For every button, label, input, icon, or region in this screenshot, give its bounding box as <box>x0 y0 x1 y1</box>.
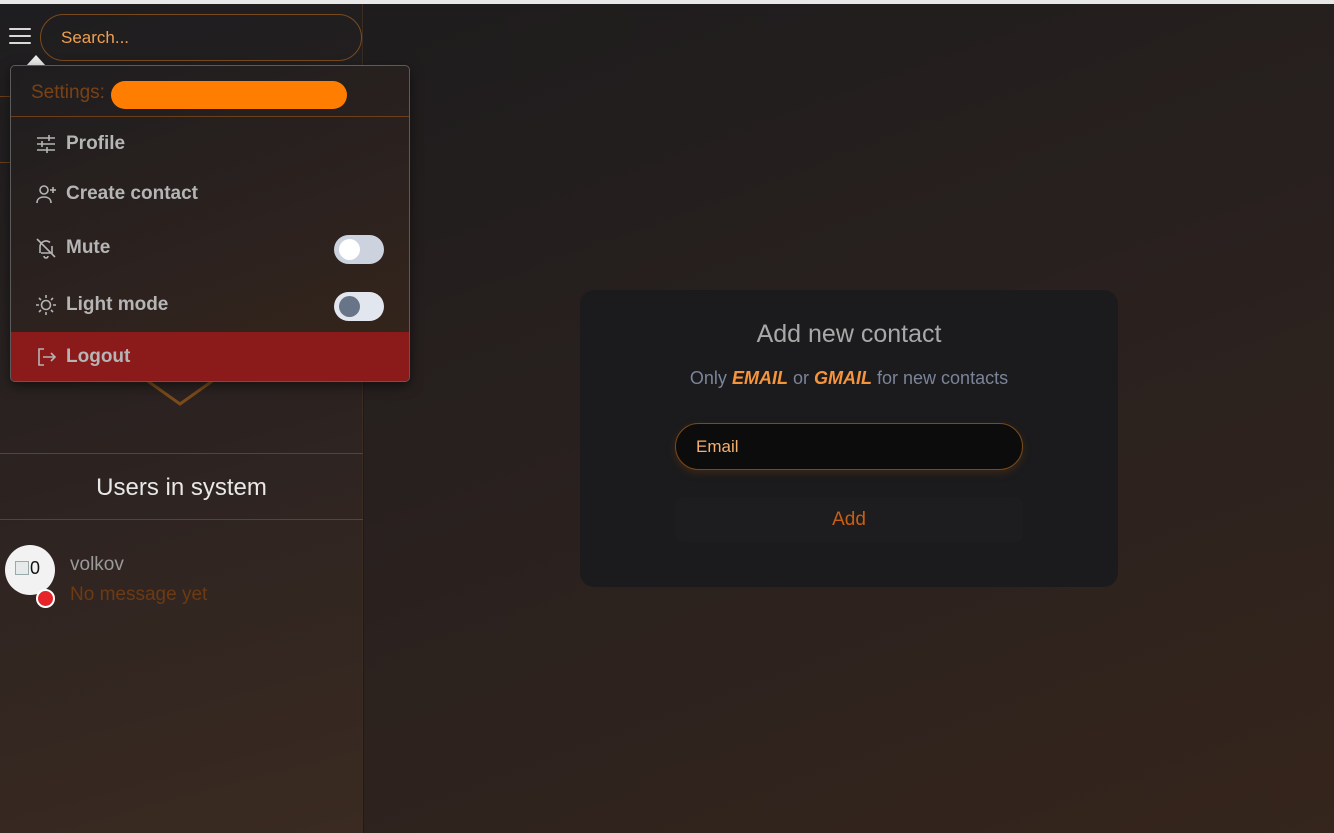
menu-item-create-contact[interactable]: Create contact <box>11 169 409 219</box>
search-input[interactable] <box>40 14 362 61</box>
add-contact-card: Add new contact Only EMAIL or GMAIL for … <box>580 290 1118 587</box>
divider <box>0 453 363 454</box>
email-field[interactable] <box>675 423 1023 470</box>
settings-header: Settings: <box>31 82 105 103</box>
divider <box>0 519 363 520</box>
user-plus-icon <box>36 185 56 204</box>
add-contact-button[interactable]: Add <box>675 497 1023 542</box>
broken-image-icon <box>15 561 29 575</box>
avatar: 0 <box>5 545 55 595</box>
logout-icon <box>38 348 57 366</box>
card-title: Add new contact <box>756 320 942 348</box>
hamburger-menu-icon[interactable] <box>9 28 31 46</box>
sun-icon <box>36 295 56 315</box>
subtitle-text: or <box>792 368 809 388</box>
main-panel: Add new contact Only EMAIL or GMAIL for … <box>364 4 1334 833</box>
subtitle-emphasis-email: EMAIL <box>731 368 788 388</box>
toggle-knob <box>339 239 360 260</box>
status-badge <box>36 589 55 608</box>
subtitle-text: Only <box>689 368 727 388</box>
mute-toggle[interactable] <box>334 235 384 264</box>
avatar-alt-text: 0 <box>30 558 41 578</box>
bell-off-icon <box>36 238 56 259</box>
menu-item-label: Profile <box>66 133 126 154</box>
divider <box>11 116 409 117</box>
contact-last-message: No message yet <box>70 584 208 605</box>
subtitle-emphasis-gmail: GMAIL <box>814 368 872 388</box>
contact-list-item[interactable]: 0 volkov No message yet <box>5 544 355 610</box>
light-mode-toggle[interactable] <box>334 292 384 321</box>
toggle-knob <box>339 296 360 317</box>
menu-item-label: Light mode <box>66 294 169 315</box>
menu-item-light-mode[interactable]: Light mode <box>11 280 409 330</box>
settings-dropdown: Settings: Profile Create contact Mute Li… <box>10 65 410 382</box>
contact-name: volkov <box>70 554 124 575</box>
users-section-title: Users in system <box>96 474 267 501</box>
menu-item-profile[interactable]: Profile <box>11 119 409 169</box>
menu-item-mute[interactable]: Mute <box>11 223 409 273</box>
sliders-icon <box>37 135 55 153</box>
menu-item-label: Logout <box>66 346 131 367</box>
subtitle-text: for new contacts <box>877 368 1009 388</box>
menu-item-logout[interactable]: Logout <box>11 332 409 381</box>
menu-item-label: Create contact <box>66 183 198 204</box>
card-subtitle: Only EMAIL or GMAIL for new contacts <box>580 368 1118 389</box>
menu-item-label: Mute <box>66 237 111 258</box>
redaction-mark <box>111 81 347 109</box>
